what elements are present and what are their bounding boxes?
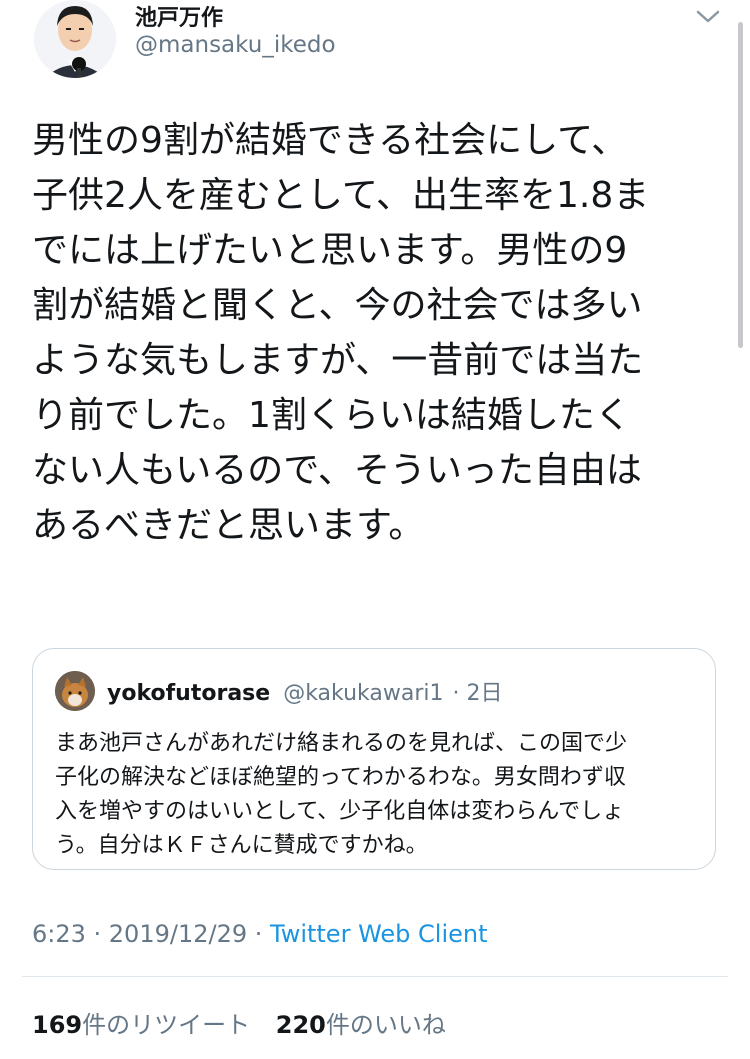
avatar-illustration xyxy=(34,0,116,78)
quoted-tweet-card[interactable]: yokofutorase @kakukawari1 · 2日 まあ池戸さんがあれ… xyxy=(32,648,716,870)
quoted-text-line: う。自分はＫＦさんに賛成ですかね。 xyxy=(55,833,428,858)
author-handle[interactable]: @mansaku_ikedo xyxy=(135,32,336,58)
quoted-header: yokofutorase @kakukawari1 · 2日 xyxy=(107,675,502,707)
fox-avatar-illustration xyxy=(55,671,95,711)
divider xyxy=(22,976,728,977)
quoted-author-handle[interactable]: @kakukawari1 xyxy=(283,681,443,706)
tweet-text-line: ような気もしますが、一昔前では当た xyxy=(32,340,644,381)
quoted-time: · 2日 xyxy=(452,681,503,706)
author-display-name[interactable]: 池戸万作 xyxy=(135,0,223,32)
tweet-text: 男性の9割が結婚できる社会にして、 子供2人を産むとして、出生率を1.8ま でに… xyxy=(32,113,722,553)
tweet-header: 池戸万作 @mansaku_ikedo xyxy=(0,0,750,90)
quoted-author-avatar[interactable] xyxy=(55,671,95,711)
quoted-text-line: 子化の解決などほぼ絶望的ってわかるわな。男女問わず収 xyxy=(55,765,626,790)
quoted-text-line: 入を増やすのはいいとして、少子化自体は変わらんでしょ xyxy=(55,799,625,824)
tweet-text-line: でには上げたいと思います。男性の9 xyxy=(32,230,628,271)
quoted-text-line: まあ池戸さんがあれだけ絡まれるのを見れば、この国で少 xyxy=(55,731,628,756)
quoted-author-name[interactable]: yokofutorase xyxy=(107,681,270,706)
tweet-text-line: 子供2人を産むとして、出生率を1.8ま xyxy=(32,175,650,216)
tweet-text-line: ない人もいるので、そういった自由は xyxy=(32,450,642,491)
tweet-text-line: 男性の9割が結婚できる社会にして、 xyxy=(32,120,628,161)
tweet-text-line: り前でした。1割くらいは結婚したく xyxy=(32,395,631,436)
likes-stat[interactable]: 220件のいいね xyxy=(276,1011,446,1039)
tweet-meta: 6:23 · 2019/12/29 · Twitter Web Client xyxy=(32,920,488,948)
likes-label: 件のいいね xyxy=(325,1011,446,1039)
chevron-down-icon[interactable] xyxy=(692,4,724,28)
likes-count: 220 xyxy=(275,1011,326,1039)
retweets-stat[interactable]: 169件のリツイート xyxy=(32,1011,250,1039)
retweets-count: 169 xyxy=(32,1011,83,1039)
tweet-client-link[interactable]: Twitter Web Client xyxy=(270,920,488,948)
retweets-label: 件のリツイート xyxy=(82,1011,251,1039)
tweet-stats: 169件のリツイート 220件のいいね xyxy=(32,1005,464,1040)
tweet-text-line: 割が結婚と聞くと、今の社会では多い xyxy=(32,285,643,326)
scrollbar[interactable] xyxy=(738,22,743,348)
tweet-timestamp[interactable]: 6:23 · 2019/12/29 · xyxy=(32,920,270,948)
quoted-text: まあ池戸さんがあれだけ絡まれるのを見れば、この国で少 子化の解決などほぼ絶望的っ… xyxy=(55,727,705,863)
author-avatar[interactable] xyxy=(34,0,116,78)
tweet-text-line: あるべきだと思います。 xyxy=(32,505,425,546)
